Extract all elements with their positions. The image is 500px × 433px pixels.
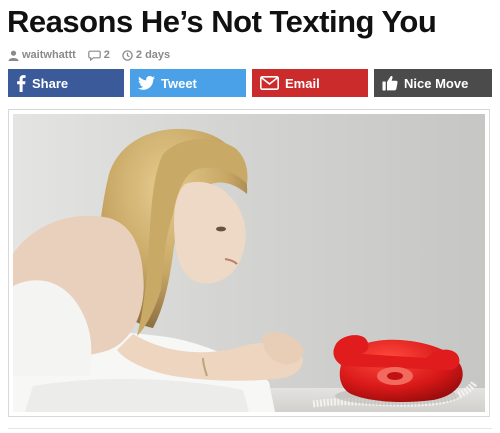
- comment-count: 2: [103, 49, 110, 61]
- thumbs-up-icon: [382, 75, 398, 91]
- photo-woman-waiting-by-red-phone: [13, 114, 485, 412]
- facebook-share-button[interactable]: Share: [8, 69, 124, 97]
- email-share-button[interactable]: Email: [252, 69, 368, 97]
- author-meta[interactable]: waitwhattt: [8, 49, 76, 61]
- twitter-bird-icon: [138, 76, 155, 90]
- envelope-icon: [260, 76, 279, 90]
- twitter-share-label: Tweet: [161, 75, 197, 91]
- article-meta: waitwhattt 2 2 days: [8, 47, 170, 63]
- comment-bubble-icon: [87, 50, 101, 61]
- divider: [8, 428, 492, 429]
- user-icon: [8, 50, 19, 61]
- post-age: 2 days: [135, 49, 171, 61]
- facebook-icon: [17, 74, 26, 92]
- author-name: waitwhattt: [22, 49, 76, 61]
- share-bar: Share Tweet Email Nice Move: [8, 69, 492, 97]
- article-photo: [8, 109, 490, 417]
- date-meta: 2 days: [122, 49, 170, 61]
- article-title: Reasons He’s Not Texting You: [7, 4, 437, 39]
- nice-move-button[interactable]: Nice Move: [374, 69, 492, 97]
- comments-meta[interactable]: 2: [87, 49, 110, 61]
- facebook-share-label: Share: [32, 75, 69, 91]
- twitter-share-button[interactable]: Tweet: [130, 69, 246, 97]
- clock-icon: [122, 49, 133, 61]
- email-share-label: Email: [285, 75, 320, 91]
- nice-move-label: Nice Move: [404, 75, 469, 91]
